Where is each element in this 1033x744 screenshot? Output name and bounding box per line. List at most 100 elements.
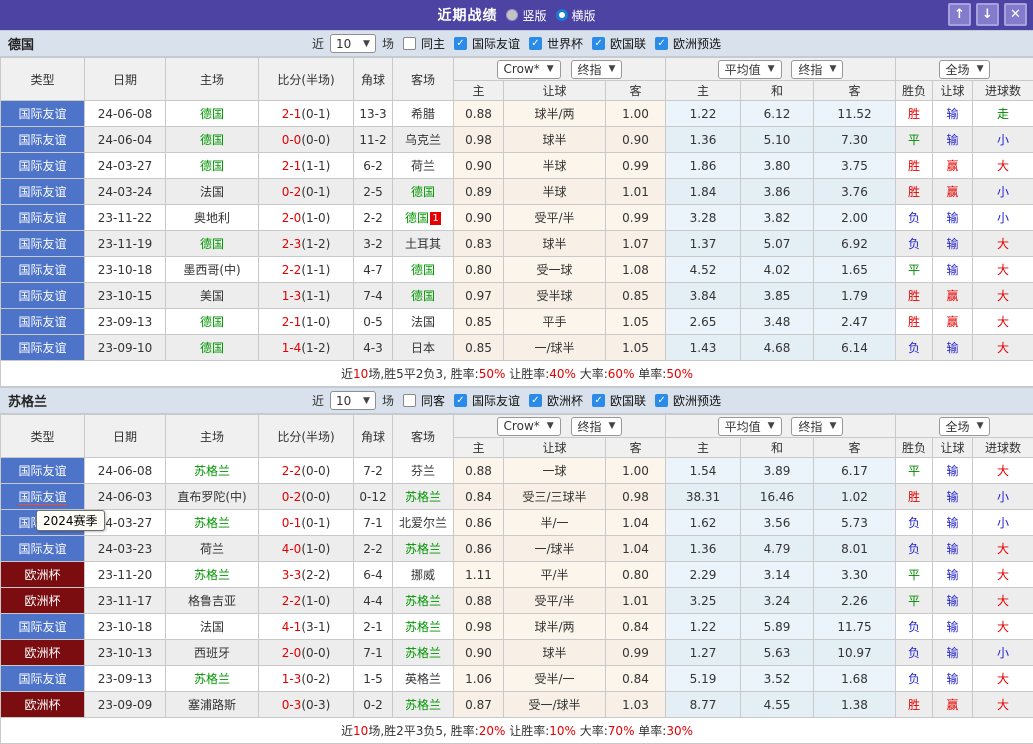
radio-horizontal-icon[interactable] <box>556 9 568 21</box>
corners: 7-1 <box>354 510 393 536</box>
avg-home-odds: 4.52 <box>666 257 741 283</box>
result-goals-label: 大 <box>997 464 1009 478</box>
match-date: 24-06-04 <box>85 127 166 153</box>
league-checkbox-euroqualifier[interactable]: ✓ <box>655 394 668 407</box>
away-team: 德国1 <box>393 205 454 231</box>
same-away-checkbox[interactable]: ✓ <box>403 394 416 407</box>
match-count-select[interactable]: 10▼ <box>330 34 376 53</box>
odds-home: 0.90 <box>454 153 504 179</box>
league-checkbox-worldcup[interactable]: ✓ <box>529 37 542 50</box>
result-outcome-label: 胜 <box>908 490 920 504</box>
sub-col-odds-away: 客 <box>606 81 666 101</box>
fulltime-score: 3-3 <box>282 568 302 582</box>
competition-type-label: 国际友谊 <box>18 211 66 225</box>
avg-home-odds: 3.28 <box>666 205 741 231</box>
result-goals: 大 <box>973 588 1033 614</box>
competition-type[interactable]: 国际友谊 <box>1 458 85 484</box>
full-match-dropdown[interactable]: 全场▼ <box>939 417 991 436</box>
close-icon: ✕ <box>1010 8 1021 21</box>
odds-source-dropdown[interactable]: Crow*▼ <box>497 417 561 436</box>
home-team: 德国 <box>166 101 259 127</box>
league-label-euroqualifier: 欧洲预选 <box>673 392 721 409</box>
competition-type[interactable]: 国际友谊 <box>1 666 85 692</box>
summary-text: 近10场,胜2平3负5, 胜率:20% 让胜率:10% 大率:70% 单率:30… <box>1 718 1033 744</box>
competition-type[interactable]: 国际友谊 <box>1 179 85 205</box>
layout-radio-vertical[interactable]: 竖版 <box>506 7 546 24</box>
league-label-worldcup: 世界杯 <box>547 35 583 52</box>
competition-type[interactable]: 国际友谊 <box>1 257 85 283</box>
competition-type-label: 国际友谊 <box>18 185 66 199</box>
final-index-dropdown[interactable]: 终指▼ <box>571 417 623 436</box>
avg-home-odds: 1.36 <box>666 536 741 562</box>
competition-type[interactable]: 欧洲杯 <box>1 692 85 718</box>
competition-type[interactable]: 国际友谊 <box>1 309 85 335</box>
odds-source-dropdown[interactable]: Crow*▼ <box>497 60 561 79</box>
league-checkbox-euroqualifier[interactable]: ✓ <box>655 37 668 50</box>
radio-vertical-icon[interactable] <box>506 9 518 21</box>
recent-results-window: 近期战绩 竖版 横版 ↑ ↓ ✕ 德国 近 10▼ 场 <box>0 0 1033 744</box>
competition-type-label: 国际友谊 <box>18 620 66 634</box>
score: 2-1(0-1) <box>259 101 354 127</box>
competition-type[interactable]: 国际友谊 <box>1 484 85 510</box>
league-checkbox-friendly[interactable]: ✓ <box>454 37 467 50</box>
competition-type[interactable]: 国际友谊 <box>1 153 85 179</box>
match-row: 国际友谊24-03-23荷兰4-0(1-0)2-2苏格兰0.86一/球半1.04… <box>1 536 1033 562</box>
league-label-friendly: 国际友谊 <box>472 392 520 409</box>
odds-away: 0.84 <box>606 614 666 640</box>
competition-type[interactable]: 欧洲杯 <box>1 588 85 614</box>
corners: 0-12 <box>354 484 393 510</box>
away-team-name: 英格兰 <box>405 672 441 686</box>
league-checkbox-nationsleague[interactable]: ✓ <box>592 37 605 50</box>
sub-col-odds-home: 主 <box>454 438 504 458</box>
final-index2-dropdown[interactable]: 终指▼ <box>791 417 843 436</box>
competition-type[interactable]: 国际友谊 <box>1 536 85 562</box>
result-handicap: 赢 <box>933 179 973 205</box>
result-outcome-label: 平 <box>908 594 920 608</box>
league-checkbox-eurocup[interactable]: ✓ <box>529 394 542 407</box>
competition-type[interactable]: 欧洲杯 <box>1 562 85 588</box>
competition-type[interactable]: 国际友谊 <box>1 335 85 361</box>
result-goals: 大 <box>973 153 1033 179</box>
full-match-dropdown[interactable]: 全场▼ <box>939 60 991 79</box>
match-count-select[interactable]: 10▼ <box>330 391 376 410</box>
league-checkbox-friendly[interactable]: ✓ <box>454 394 467 407</box>
competition-type[interactable]: 国际友谊 <box>1 127 85 153</box>
result-handicap-label: 赢 <box>947 159 959 173</box>
match-date: 23-11-17 <box>85 588 166 614</box>
result-outcome: 负 <box>896 614 933 640</box>
competition-type[interactable]: 国际友谊 <box>1 205 85 231</box>
final-index-dropdown[interactable]: 终指▼ <box>571 60 623 79</box>
competition-type[interactable]: 国际友谊 <box>1 231 85 257</box>
result-goals: 小 <box>973 484 1033 510</box>
odds-handicap: 球半 <box>504 127 606 153</box>
average-dropdown[interactable]: 平均值▼ <box>718 417 782 436</box>
competition-type[interactable]: 欧洲杯 <box>1 640 85 666</box>
competition-type[interactable]: 国际友谊 <box>1 283 85 309</box>
final-index2-dropdown[interactable]: 终指▼ <box>791 60 843 79</box>
move-down-button[interactable]: ↓ <box>976 3 999 26</box>
home-team-name: 法国 <box>200 185 224 199</box>
average-dropdown[interactable]: 平均值▼ <box>718 60 782 79</box>
sub-col-outcome: 胜负 <box>896 438 933 458</box>
layout-radio-horizontal[interactable]: 横版 <box>556 7 596 24</box>
halftime-score: (0-1) <box>301 185 330 199</box>
close-button[interactable]: ✕ <box>1004 3 1027 26</box>
league-label-euroqualifier: 欧洲预选 <box>673 35 721 52</box>
result-goals: 大 <box>973 666 1033 692</box>
col-date: 日期 <box>85 58 166 101</box>
league-checkbox-nationsleague[interactable]: ✓ <box>592 394 605 407</box>
average-value: 平均值 <box>725 418 761 435</box>
score: 0-2(0-0) <box>259 484 354 510</box>
match-row: 欧洲杯23-09-09塞浦路斯0-3(0-3)0-2苏格兰0.87受一/球半1.… <box>1 692 1033 718</box>
competition-type[interactable]: 国际友谊 <box>1 614 85 640</box>
fulltime-score: 1-3 <box>282 672 302 686</box>
odds-home: 0.86 <box>454 536 504 562</box>
avg-draw-odds: 6.12 <box>741 101 814 127</box>
avg-away-odds: 3.75 <box>814 153 896 179</box>
result-handicap: 赢 <box>933 692 973 718</box>
move-up-button[interactable]: ↑ <box>948 3 971 26</box>
competition-type[interactable]: 国际友谊 <box>1 101 85 127</box>
result-goals-label: 小 <box>997 185 1009 199</box>
result-goals: 大 <box>973 536 1033 562</box>
same-home-checkbox[interactable]: ✓ <box>403 37 416 50</box>
